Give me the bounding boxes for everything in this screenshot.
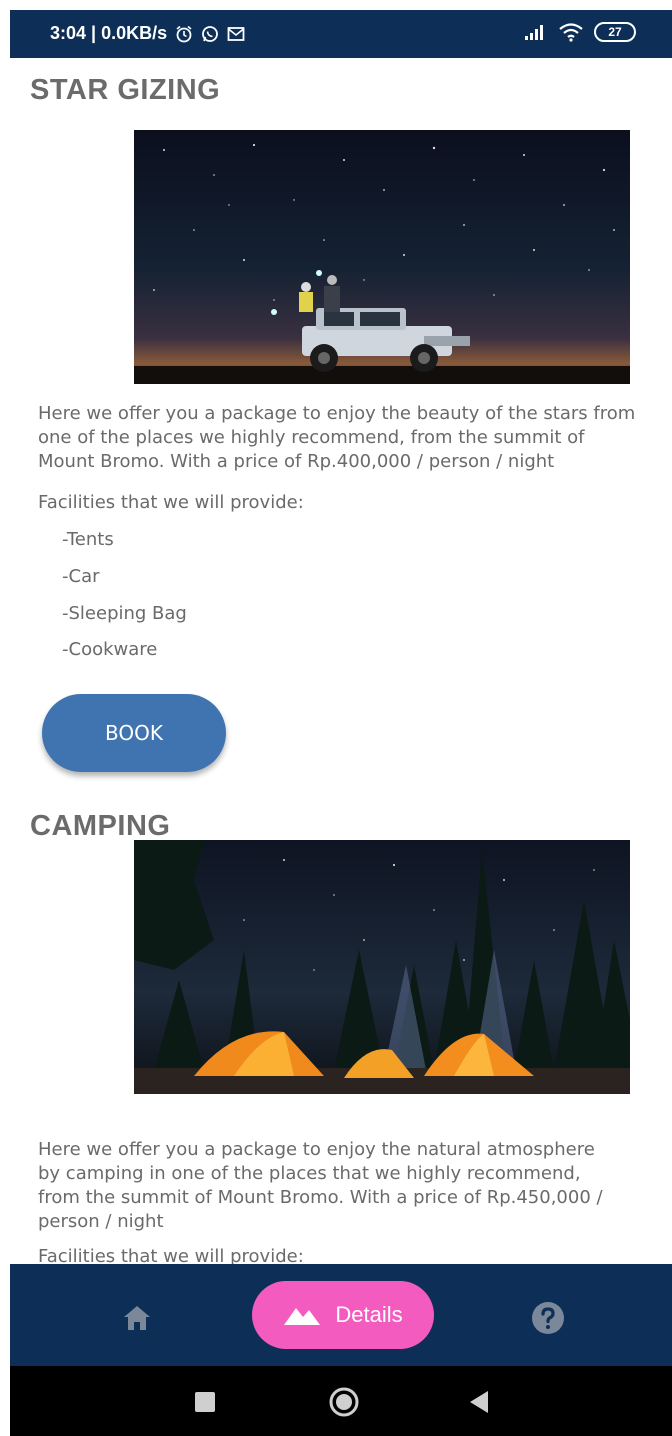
facility-item: -Sleeping Bag xyxy=(62,603,187,624)
description-line: Here we offer you a package to enjoy the… xyxy=(38,1139,595,1160)
nav-details[interactable]: Details xyxy=(252,1281,434,1349)
facilities-label: Facilities that we will provide: xyxy=(38,492,304,513)
phone-screen: 3:04 | 0.0KB/s 27 STAR GIZING Here we of… xyxy=(10,10,672,1436)
description-line: one of the places we highly recommend, f… xyxy=(38,427,585,448)
description-line: Here we offer you a package to enjoy the… xyxy=(38,403,636,424)
status-bar: 3:04 | 0.0KB/s 27 xyxy=(10,10,672,58)
book-button[interactable]: BOOK xyxy=(42,694,226,772)
facility-item: -Cookware xyxy=(62,639,158,660)
camping-tents-forest-photo xyxy=(134,840,630,1094)
nav-home[interactable] xyxy=(110,1300,164,1336)
home-icon xyxy=(124,1306,150,1330)
package-list[interactable]: STAR GIZING Here we offer you a package … xyxy=(10,58,672,1264)
help-icon xyxy=(532,1302,564,1334)
facility-item: -Tents xyxy=(62,529,114,550)
home-button[interactable] xyxy=(328,1386,360,1418)
mail-icon xyxy=(227,26,245,41)
wifi-icon xyxy=(559,23,583,42)
back-button[interactable] xyxy=(468,1390,490,1414)
system-navigation-bar xyxy=(10,1366,672,1436)
mountain-icon xyxy=(284,1308,321,1325)
description-line: person / night xyxy=(38,1211,164,1232)
package-title: CAMPING xyxy=(30,810,171,842)
package-description: Here we offer you a package to enjoy the… xyxy=(38,1138,672,1234)
status-time: 3:04 | 0.0KB/s xyxy=(50,23,168,43)
nav-details-label: Details xyxy=(335,1302,403,1327)
facility-item: -Car xyxy=(62,566,100,587)
battery-icon: 27 xyxy=(594,22,636,42)
alarm-icon xyxy=(176,25,192,42)
package-title: STAR GIZING xyxy=(30,74,221,106)
starry-sky-jeep-photo xyxy=(134,130,630,384)
facilities-label: Facilities that we will provide: xyxy=(38,1246,304,1264)
status-left: 3:04 | 0.0KB/s xyxy=(50,23,245,44)
bottom-navigation: Details xyxy=(10,1264,672,1366)
signal-icon xyxy=(525,25,543,40)
status-right: 27 xyxy=(524,22,636,42)
nav-help[interactable] xyxy=(524,1298,572,1338)
recents-button[interactable] xyxy=(194,1392,216,1412)
package-description: Here we offer you a package to enjoy the… xyxy=(38,402,672,474)
description-line: from the summit of Mount Bromo. With a p… xyxy=(38,1187,603,1208)
description-line: Mount Bromo. With a price of Rp.400,000 … xyxy=(38,451,555,472)
description-line: by camping in one of the places that we … xyxy=(38,1163,581,1184)
whatsapp-icon xyxy=(202,25,219,42)
